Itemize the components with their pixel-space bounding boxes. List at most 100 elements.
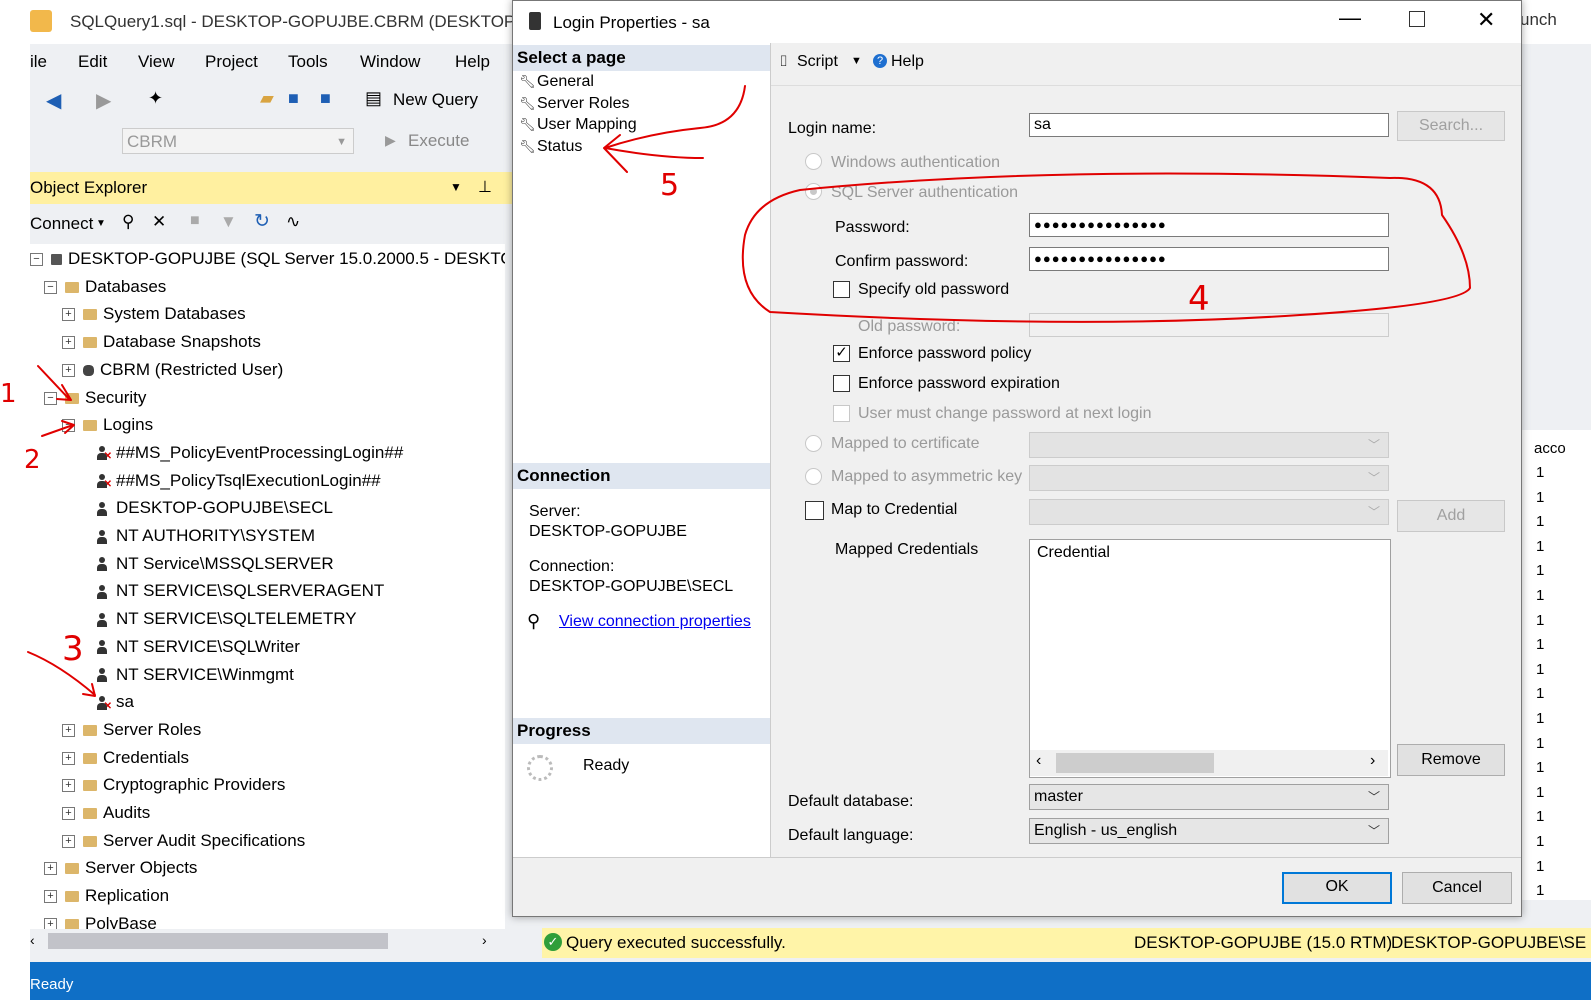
connect-button[interactable]: Connect bbox=[30, 214, 93, 234]
filter-icon[interactable]: ▼ bbox=[220, 212, 237, 232]
expand-icon[interactable]: + bbox=[62, 807, 75, 821]
tree-node[interactable]: + Database Snapshots bbox=[62, 329, 261, 355]
expand-icon[interactable]: + bbox=[62, 363, 75, 377]
expand-icon[interactable]: + bbox=[62, 336, 75, 350]
tree-node[interactable]: NT Service\MSSQLSERVER bbox=[96, 551, 334, 577]
execute-button[interactable]: Execute bbox=[408, 131, 469, 151]
oe-horizontal-scrollbar[interactable]: ‹ › bbox=[30, 929, 535, 953]
new-project-icon[interactable]: ✦ bbox=[148, 88, 163, 109]
enforce-policy-checkbox[interactable]: ✓ bbox=[833, 345, 850, 362]
expand-icon[interactable]: + bbox=[62, 308, 75, 322]
page-general[interactable]: 🔧︎ General bbox=[519, 73, 594, 91]
results-cell[interactable]: 1 bbox=[1536, 538, 1544, 555]
ok-button[interactable]: OK bbox=[1282, 872, 1392, 904]
enforce-expiration-checkbox[interactable] bbox=[833, 375, 850, 392]
tree-node[interactable]: + System Databases bbox=[62, 301, 246, 327]
tree-node[interactable]: − Security bbox=[44, 385, 146, 411]
password-input[interactable]: ●●●●●●●●●●●●●●● bbox=[1029, 213, 1389, 237]
results-cell[interactable]: 1 bbox=[1536, 808, 1544, 825]
disconnect-icon[interactable]: ✕ bbox=[152, 212, 166, 232]
add-button[interactable]: Add bbox=[1397, 500, 1505, 532]
menu-view[interactable]: View bbox=[138, 52, 175, 72]
expand-icon[interactable]: + bbox=[44, 862, 57, 876]
results-cell[interactable]: 1 bbox=[1536, 513, 1544, 530]
new-query-icon[interactable]: ▤ bbox=[365, 88, 382, 109]
new-query-button[interactable]: New Query bbox=[393, 90, 478, 110]
collapse-icon[interactable]: − bbox=[44, 391, 57, 405]
login-name-input[interactable]: sa bbox=[1029, 113, 1389, 137]
asym-key-select[interactable]: ﹀ bbox=[1029, 465, 1389, 491]
script-button[interactable]: Script bbox=[797, 53, 838, 71]
default-language-select[interactable]: English - us_english ﹀ bbox=[1029, 818, 1389, 844]
tree-node[interactable]: NT SERVICE\SQLWriter bbox=[96, 634, 300, 660]
results-cell[interactable]: 1 bbox=[1536, 587, 1544, 604]
credential-select[interactable]: ﹀ bbox=[1029, 499, 1389, 525]
refresh-icon[interactable]: ↻ bbox=[254, 210, 270, 233]
save-all-icon[interactable]: ■ bbox=[320, 88, 331, 109]
results-cell[interactable]: 1 bbox=[1536, 833, 1544, 850]
results-cell[interactable]: 1 bbox=[1536, 612, 1544, 629]
view-connection-properties-link[interactable]: View connection properties bbox=[559, 613, 751, 631]
tree-node[interactable]: NT AUTHORITY\SYSTEM bbox=[96, 523, 315, 549]
forward-icon[interactable]: ▶ bbox=[96, 88, 111, 113]
confirm-password-input[interactable]: ●●●●●●●●●●●●●●● bbox=[1029, 247, 1389, 271]
tree-node[interactable]: + Cryptographic Providers bbox=[62, 772, 285, 798]
open-file-icon[interactable]: ▰ bbox=[260, 88, 274, 109]
windows-auth-radio[interactable] bbox=[805, 153, 822, 170]
results-cell[interactable]: 1 bbox=[1536, 661, 1544, 678]
menu-help[interactable]: Help bbox=[455, 52, 490, 72]
tree-node[interactable]: − Databases bbox=[44, 274, 166, 300]
tree-node[interactable]: ✕ sa bbox=[96, 689, 134, 715]
script-icon[interactable]: ⌷ bbox=[779, 53, 788, 70]
menu-project[interactable]: Project bbox=[205, 52, 258, 72]
expand-icon[interactable]: + bbox=[62, 834, 75, 848]
activity-monitor-icon[interactable]: ∿ bbox=[286, 212, 300, 232]
tree-node[interactable]: ✕ ##MS_PolicyEventProcessingLogin## bbox=[96, 440, 403, 466]
close-icon[interactable]: ✕ bbox=[1477, 7, 1495, 33]
collapse-icon[interactable]: − bbox=[62, 419, 75, 433]
results-cell[interactable]: 1 bbox=[1536, 784, 1544, 801]
maximize-icon[interactable] bbox=[1409, 11, 1425, 27]
script-dropdown-icon[interactable]: ▼ bbox=[851, 55, 862, 67]
scroll-right-icon[interactable]: › bbox=[1370, 752, 1375, 770]
tree-node[interactable]: − Logins bbox=[62, 412, 153, 438]
results-cell[interactable]: 1 bbox=[1536, 759, 1544, 776]
results-cell[interactable]: 1 bbox=[1536, 562, 1544, 579]
scroll-left-icon[interactable]: ‹ bbox=[30, 932, 35, 948]
tree-node[interactable]: NT SERVICE\SQLSERVERAGENT bbox=[96, 578, 384, 604]
results-cell[interactable]: 1 bbox=[1536, 636, 1544, 653]
cancel-button[interactable]: Cancel bbox=[1402, 872, 1512, 904]
back-icon[interactable]: ◀ bbox=[46, 88, 61, 113]
tree-node[interactable]: − DESKTOP-GOPUJBE (SQL Server 15.0.2000.5… bbox=[30, 246, 505, 272]
default-database-select[interactable]: master ﹀ bbox=[1029, 784, 1389, 810]
tree-node[interactable]: NT SERVICE\SQLTELEMETRY bbox=[96, 606, 357, 632]
mapped-certificate-radio[interactable] bbox=[805, 435, 822, 452]
results-cell[interactable]: 1 bbox=[1536, 882, 1544, 899]
expand-icon[interactable]: + bbox=[44, 917, 57, 929]
menu-window[interactable]: Window bbox=[360, 52, 420, 72]
menu-file[interactable]: ile bbox=[30, 52, 47, 72]
old-password-input[interactable] bbox=[1029, 313, 1389, 337]
collapse-icon[interactable]: − bbox=[30, 253, 43, 267]
results-cell[interactable]: 1 bbox=[1536, 685, 1544, 702]
pin-icon[interactable]: ⊥ bbox=[478, 177, 492, 197]
execute-icon[interactable]: ▶ bbox=[385, 132, 396, 149]
scroll-right-icon[interactable]: › bbox=[482, 932, 487, 948]
page-server-roles[interactable]: 🔧︎ Server Roles bbox=[519, 95, 629, 113]
menu-tools[interactable]: Tools bbox=[288, 52, 328, 72]
expand-icon[interactable]: + bbox=[62, 779, 75, 793]
page-status[interactable]: 🔧︎ Status bbox=[519, 138, 582, 156]
sql-auth-radio[interactable] bbox=[805, 183, 822, 200]
database-select[interactable]: CBRM ▼ bbox=[122, 128, 354, 154]
stop-icon[interactable]: ■ bbox=[190, 212, 200, 230]
results-cell[interactable]: 1 bbox=[1536, 489, 1544, 506]
scroll-thumb[interactable] bbox=[1056, 753, 1214, 773]
search-button[interactable]: Search... bbox=[1397, 111, 1505, 141]
tree-node[interactable]: DESKTOP-GOPUJBE\SECL bbox=[96, 495, 333, 521]
list-horizontal-scrollbar[interactable]: ‹ › bbox=[1030, 750, 1388, 776]
tree-node[interactable]: ✕ ##MS_PolicyTsqlExecutionLogin## bbox=[96, 468, 381, 494]
specify-old-password-checkbox[interactable] bbox=[833, 281, 850, 298]
connect-plug-icon[interactable]: ⚲ bbox=[122, 212, 134, 232]
page-user-mapping[interactable]: 🔧︎ User Mapping bbox=[519, 116, 637, 134]
scroll-left-icon[interactable]: ‹ bbox=[1036, 752, 1041, 770]
